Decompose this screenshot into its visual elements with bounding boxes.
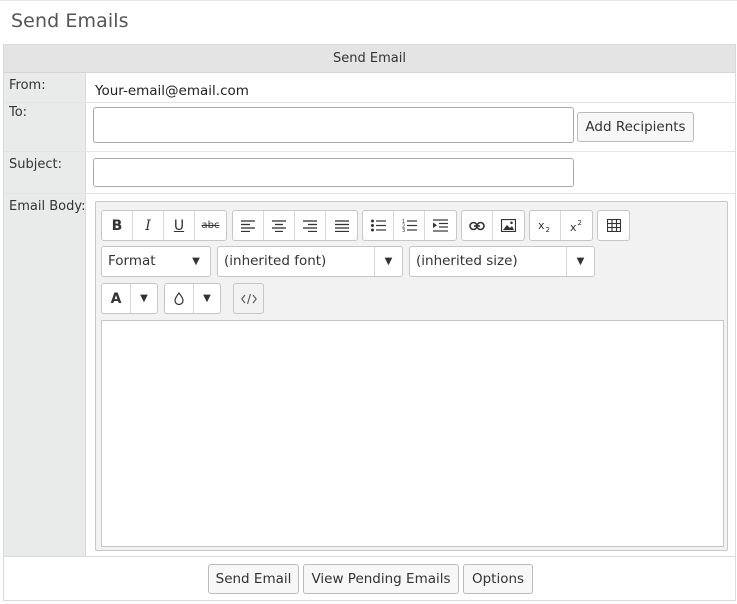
send-email-panel: Send Email From: Your-email@email.com To… <box>3 44 736 601</box>
email-body-editor[interactable] <box>101 320 724 547</box>
row-divider <box>4 193 735 194</box>
font-dropdown-label: (inherited font) <box>224 253 327 269</box>
svg-text:2: 2 <box>577 219 581 227</box>
body-label: Email Body: <box>9 199 86 214</box>
subject-input[interactable] <box>93 158 574 187</box>
text-color-picker: A ▼ <box>101 283 158 314</box>
chevron-down-icon[interactable]: ▼ <box>194 284 220 313</box>
insert-group <box>461 210 525 241</box>
list-group: 123 <box>362 210 457 241</box>
panel-header: Send Email <box>4 45 735 73</box>
align-right-icon[interactable] <box>295 211 326 240</box>
text-style-group: B I U abc <box>101 210 227 241</box>
row-divider <box>4 102 735 103</box>
font-dropdown[interactable]: (inherited font) ▼ <box>217 246 403 277</box>
subscript-icon[interactable]: x2 <box>530 211 561 240</box>
to-field[interactable] <box>93 107 574 143</box>
size-dropdown-label: (inherited size) <box>416 253 518 269</box>
italic-icon[interactable]: I <box>133 211 164 240</box>
chevron-down-icon: ▼ <box>192 256 200 267</box>
image-icon[interactable] <box>493 211 524 240</box>
svg-text:x: x <box>538 219 545 232</box>
add-recipients-button[interactable]: Add Recipients <box>577 112 694 142</box>
chevron-down-icon[interactable]: ▼ <box>131 284 157 313</box>
size-dropdown[interactable]: (inherited size) ▼ <box>409 246 595 277</box>
chevron-down-icon: ▼ <box>374 247 402 276</box>
alignment-group <box>232 210 358 241</box>
source-code-icon[interactable] <box>233 283 264 314</box>
chevron-down-icon: ▼ <box>566 247 594 276</box>
strikethrough-icon[interactable]: abc <box>195 211 226 240</box>
script-group: x2 x2 <box>529 210 593 241</box>
label-column <box>4 73 86 556</box>
send-email-button[interactable]: Send Email <box>208 564 299 594</box>
table-group <box>597 210 630 241</box>
row-divider <box>4 151 735 152</box>
top-rule <box>0 0 737 1</box>
background-color-picker: ▼ <box>164 283 221 314</box>
svg-text:2: 2 <box>546 226 550 232</box>
format-dropdown[interactable]: Format ▼ <box>101 246 211 277</box>
rich-text-editor: B I U abc 123 x 2 x 2 Format ▼ (inherite… <box>95 201 728 551</box>
align-left-icon[interactable] <box>233 211 264 240</box>
bullet-list-icon[interactable] <box>363 211 394 240</box>
format-dropdown-label: Format <box>108 253 156 269</box>
link-icon[interactable] <box>462 211 493 240</box>
from-value: Your-email@email.com <box>95 83 249 99</box>
align-justify-icon[interactable] <box>326 211 357 240</box>
align-center-icon[interactable] <box>264 211 295 240</box>
superscript-icon[interactable]: x2 <box>561 211 592 240</box>
to-label: To: <box>9 105 28 120</box>
options-button[interactable]: Options <box>463 564 533 594</box>
svg-text:3: 3 <box>402 228 405 232</box>
text-color-icon[interactable]: A <box>102 284 131 313</box>
view-pending-emails-button[interactable]: View Pending Emails <box>303 564 459 594</box>
bold-icon[interactable]: B <box>102 211 133 240</box>
background-color-icon[interactable] <box>165 284 194 313</box>
from-label: From: <box>9 78 46 93</box>
subject-label: Subject: <box>9 157 62 172</box>
table-icon[interactable] <box>598 211 629 240</box>
page-title: Send Emails <box>11 10 129 32</box>
indent-icon[interactable] <box>425 211 456 240</box>
svg-text:x: x <box>570 221 577 232</box>
underline-icon[interactable]: U <box>164 211 195 240</box>
numbered-list-icon[interactable]: 123 <box>394 211 425 240</box>
footer-divider <box>4 556 735 557</box>
